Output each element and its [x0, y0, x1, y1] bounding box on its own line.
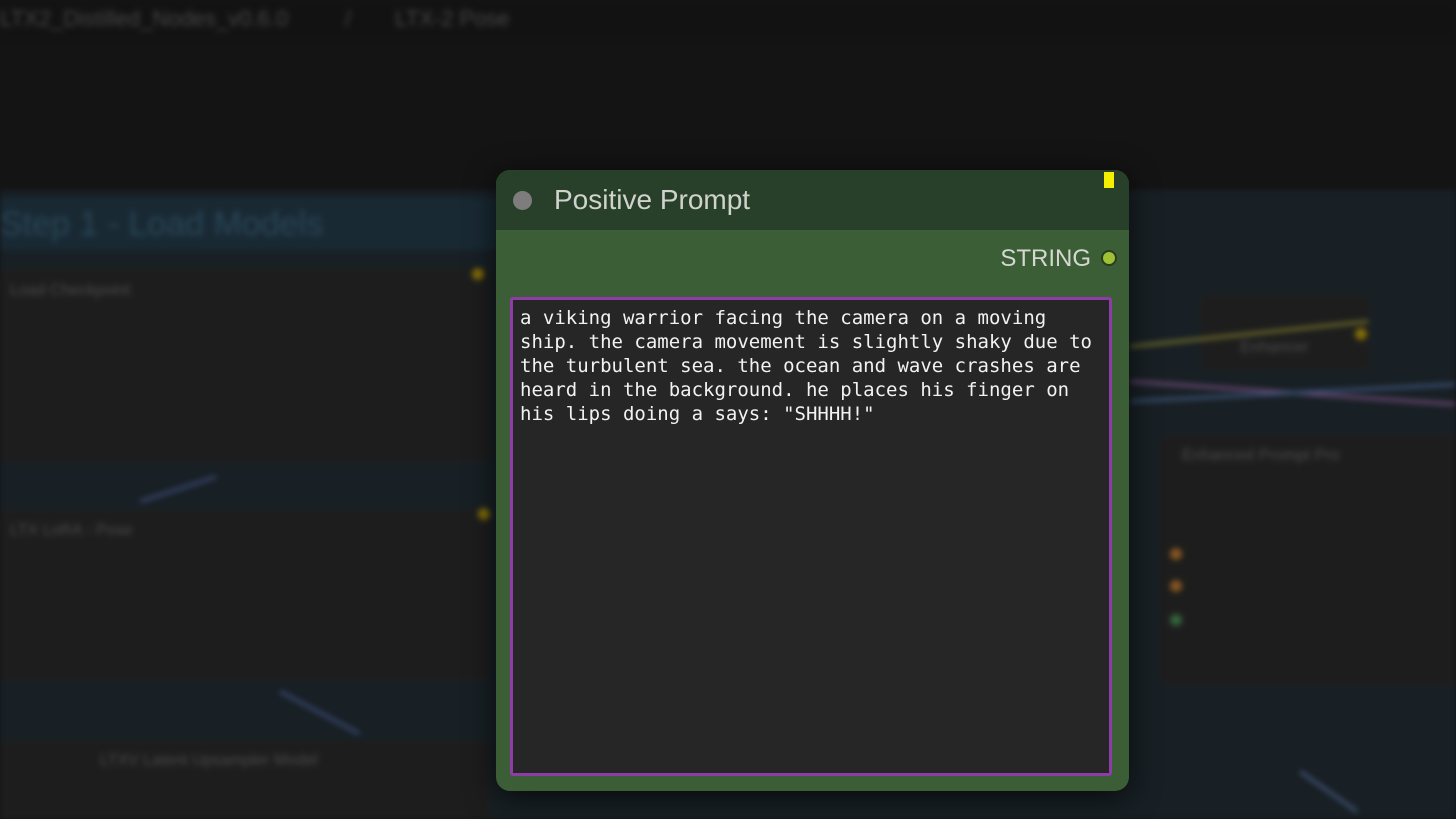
- positive-prompt-node[interactable]: Positive Prompt STRING a viking warrior …: [496, 170, 1129, 791]
- bg-socket: [1170, 548, 1182, 560]
- bg-socket: [478, 508, 490, 520]
- bg-node-title: Load Checkpoint: [10, 282, 131, 299]
- bg-node-title: Enhancer: [1240, 339, 1309, 356]
- bg-node-load-checkpoint[interactable]: Load Checkpoint: [0, 268, 490, 463]
- group-title: Step 1 - Load Models: [0, 205, 324, 243]
- bg-node-enhancer[interactable]: Enhancer: [1200, 295, 1370, 370]
- breadcrumb-workflow[interactable]: LTX2_Distilled_Nodes_v0.6.0: [0, 6, 288, 32]
- status-marker-icon: [1104, 172, 1114, 188]
- bg-node-title: LTX LoRA - Pose: [10, 522, 133, 539]
- prompt-text-input[interactable]: a viking warrior facing the camera on a …: [510, 297, 1112, 776]
- bg-socket: [1170, 614, 1182, 626]
- bg-node-title: LTXV Latent Upsampler Model: [100, 752, 318, 769]
- bg-socket: [472, 268, 484, 280]
- breadcrumb-separator: /: [345, 6, 352, 31]
- bg-node-title: Enhanced Prompt Pro: [1182, 447, 1340, 464]
- output-socket-string[interactable]: [1101, 250, 1117, 266]
- bg-node-upsampler[interactable]: LTXV Latent Upsampler Model: [0, 740, 490, 819]
- bg-socket: [1355, 328, 1367, 340]
- bg-node-prompt-enhancer[interactable]: Enhanced Prompt Pro: [1160, 435, 1456, 685]
- node-title: Positive Prompt: [554, 184, 751, 215]
- bg-socket: [1170, 580, 1182, 592]
- top-bar: LTX2_Distilled_Nodes_v0.6.0 / LTX-2 Pose: [0, 0, 1456, 40]
- output-label-string: STRING: [1000, 245, 1091, 272]
- collapse-toggle-icon[interactable]: [513, 191, 532, 210]
- breadcrumb-subgraph[interactable]: LTX-2 Pose: [395, 6, 510, 32]
- bg-node-lora[interactable]: LTX LoRA - Pose: [0, 510, 490, 680]
- node-header[interactable]: Positive Prompt: [496, 170, 1129, 230]
